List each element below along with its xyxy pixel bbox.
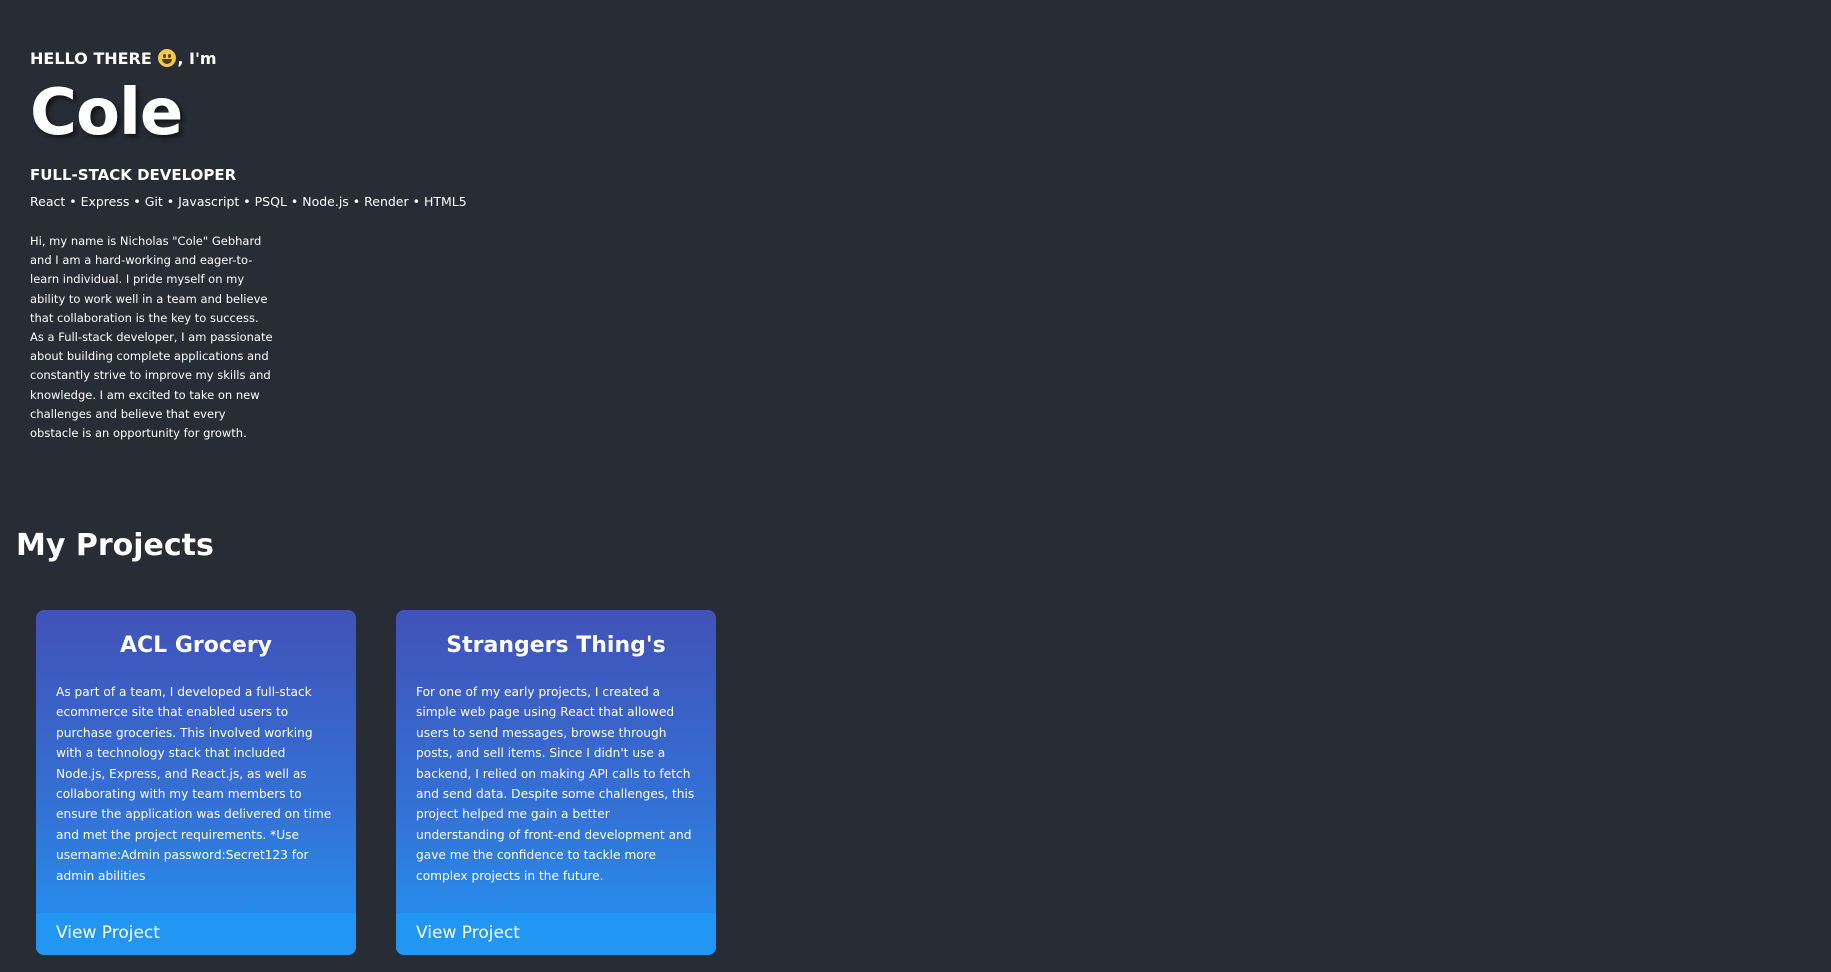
project-description: For one of my early projects, I created …	[416, 685, 695, 883]
project-card-strangers-things: Strangers Thing's For one of my early pr…	[396, 610, 716, 955]
greeting-suffix: , I'm	[177, 49, 217, 68]
view-project-link[interactable]: View Project	[416, 921, 520, 945]
project-description: As part of a team, I developed a full-st…	[56, 685, 332, 883]
project-title: Strangers Thing's	[446, 633, 666, 658]
bio-text: Hi, my name is Nicholas "Cole" Gebhard a…	[30, 234, 273, 441]
skills-list: React • Express • Git • Javascript • PSQ…	[30, 194, 467, 209]
project-title: ACL Grocery	[119, 633, 273, 658]
view-project-link[interactable]: View Project	[56, 921, 160, 945]
hero-name: Cole	[30, 76, 183, 150]
greeting-prefix: HELLO THERE	[30, 49, 152, 68]
greeting: HELLO THERE , I'm	[30, 46, 467, 72]
grinning-face-icon	[158, 49, 177, 67]
hero-role: FULL-STACK DEVELOPER	[30, 166, 237, 184]
projects-heading: My Projects	[16, 528, 214, 563]
hero-section: HELLO THERE , I'm Cole FULL-STACK DEVELO…	[30, 46, 467, 443]
project-card-acl-grocery: ACL Grocery As part of a team, I develop…	[36, 610, 356, 955]
